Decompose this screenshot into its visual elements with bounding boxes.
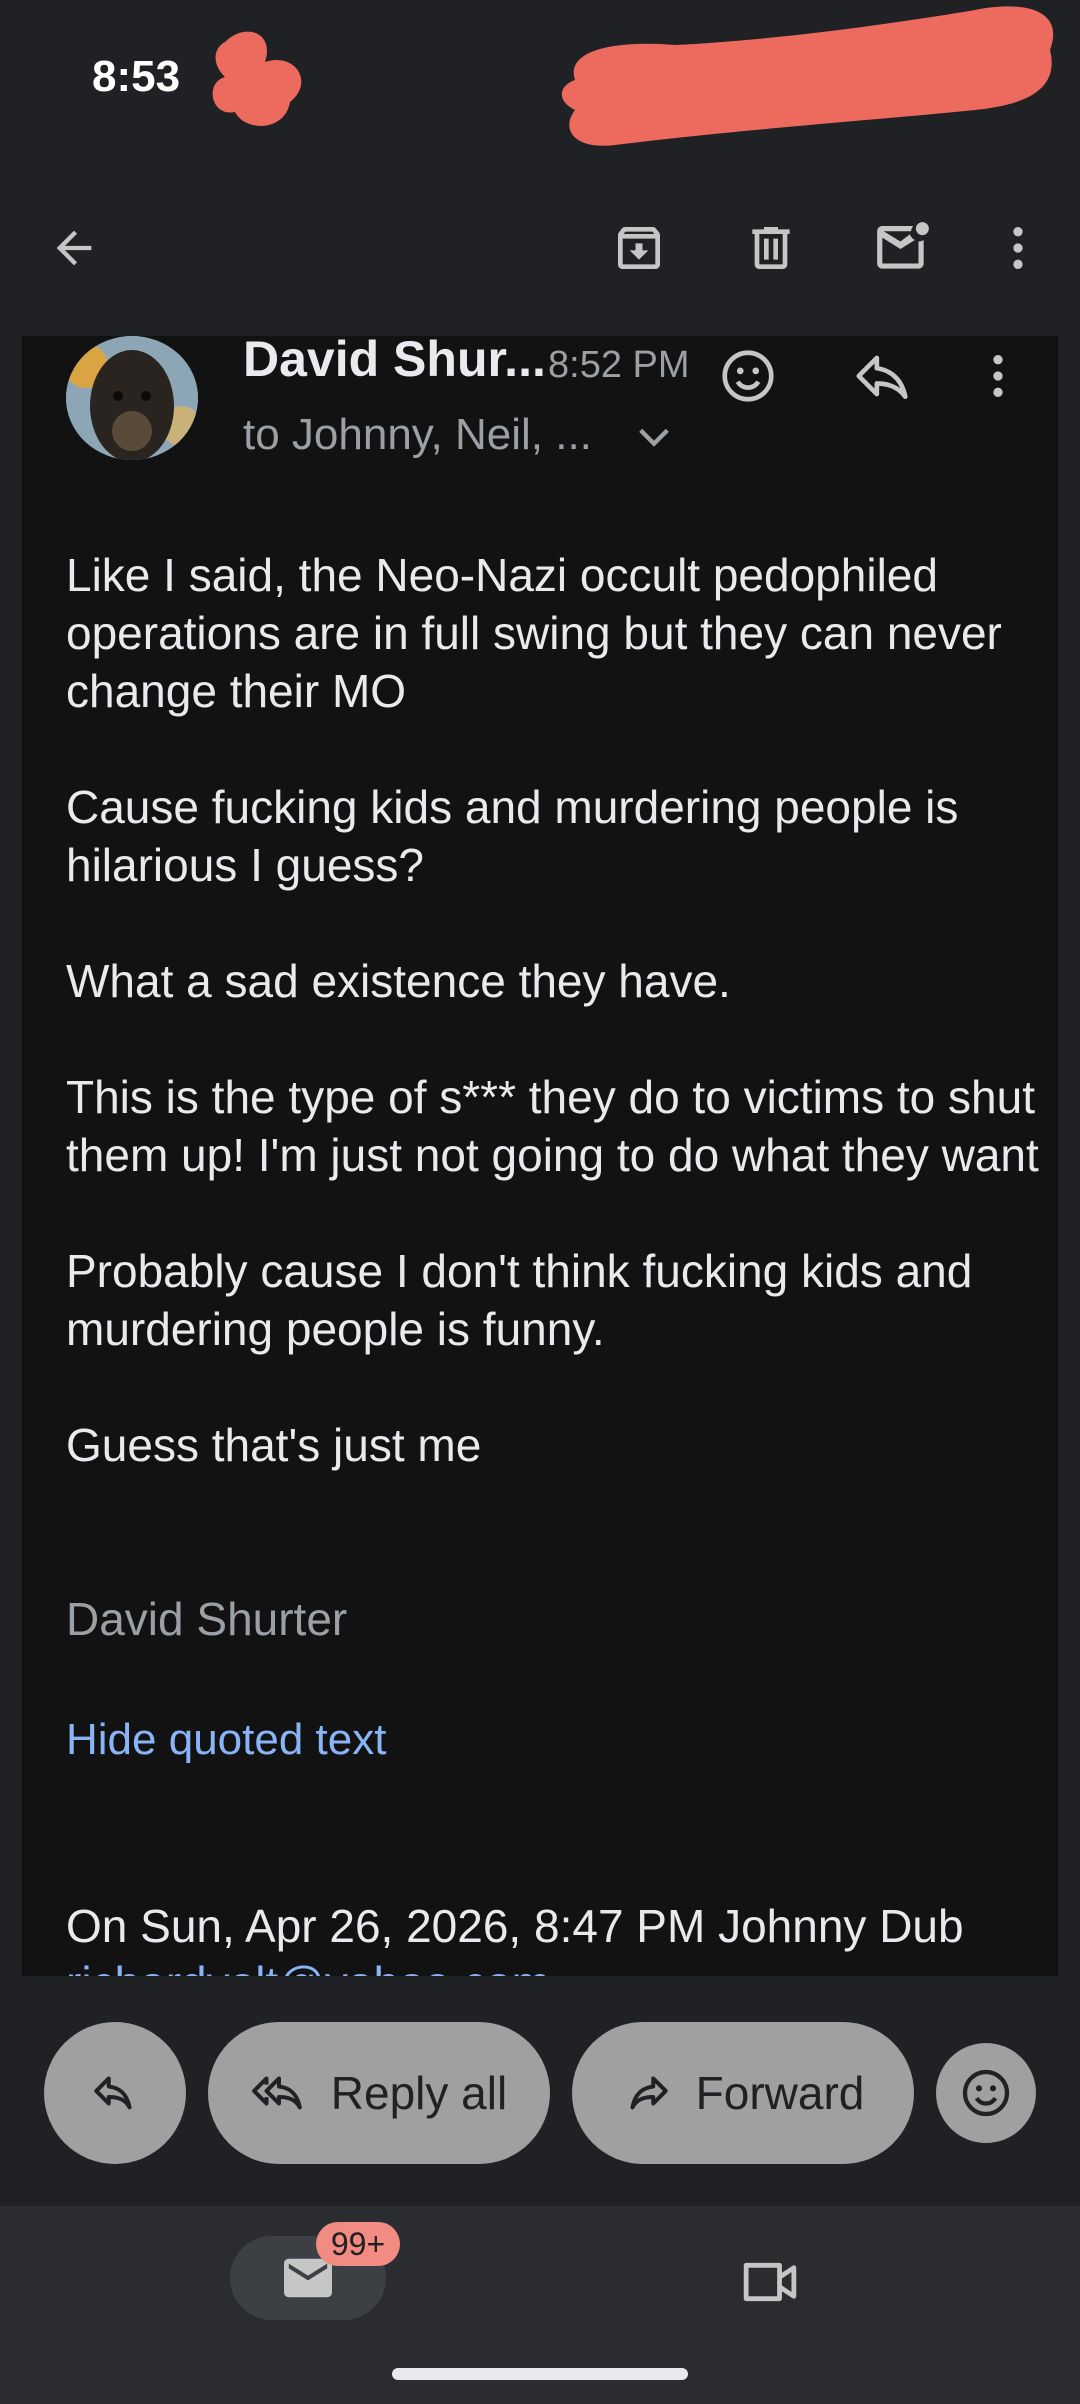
chevron-down-icon[interactable] xyxy=(634,422,674,452)
reply-all-icon xyxy=(251,2076,302,2110)
signature: David Shurter xyxy=(66,1593,348,1645)
forward-button[interactable]: Forward xyxy=(572,2022,914,2164)
reply-icon xyxy=(856,355,908,399)
action-bar: Reply all Forward xyxy=(0,1976,1080,2206)
archive-button[interactable] xyxy=(591,200,687,296)
back-arrow-icon xyxy=(56,230,92,266)
top-toolbar xyxy=(0,160,1080,336)
emoji-icon xyxy=(722,350,774,402)
more-vert-icon xyxy=(993,355,1003,397)
reply-button[interactable] xyxy=(840,336,924,418)
body-paragraph: Probably cause I don't think fucking kid… xyxy=(66,1245,973,1355)
archive-icon xyxy=(618,227,660,269)
mark-unread-button[interactable] xyxy=(855,200,951,296)
trash-icon xyxy=(752,227,790,269)
redaction-mark xyxy=(212,31,302,126)
sender-name[interactable]: David Shur... xyxy=(243,336,546,388)
body-paragraph: This is the type of s*** they do to vict… xyxy=(66,1071,1039,1181)
message-body: Like I said, the Neo-Nazi occult pedophi… xyxy=(66,546,1046,1532)
more-options-button[interactable] xyxy=(970,200,1066,296)
body-paragraph: Guess that's just me xyxy=(66,1419,482,1471)
body-paragraph: Cause fucking kids and murdering people … xyxy=(66,781,959,891)
hide-quoted-text-link[interactable]: Hide quoted text xyxy=(66,1715,386,1765)
message-card: David Shur... 8:52 PM to Johnny, Neil, .… xyxy=(22,336,1058,1976)
forward-icon xyxy=(630,2076,668,2110)
body-paragraph: Like I said, the Neo-Nazi occult pedophi… xyxy=(66,549,1002,717)
delete-button[interactable] xyxy=(723,200,819,296)
more-vert-icon xyxy=(1013,227,1023,269)
home-indicator[interactable] xyxy=(392,2368,688,2380)
reply-all-label: Reply all xyxy=(330,2067,508,2119)
nav-meet-tab[interactable] xyxy=(722,2246,818,2318)
back-button[interactable] xyxy=(26,200,122,296)
quoted-email-link[interactable]: richardvolt@yahoo.com xyxy=(66,1956,550,1976)
unread-badge: 99+ xyxy=(316,2222,400,2266)
message-time: 8:52 PM xyxy=(548,344,690,386)
status-bar: 8:53 xyxy=(0,0,1080,160)
message-more-button[interactable] xyxy=(956,336,1040,418)
avatar[interactable] xyxy=(66,336,198,460)
emoji-reaction-button[interactable] xyxy=(706,336,790,418)
quoted-header: On Sun, Apr 26, 2026, 8:47 PM Johnny Dub xyxy=(66,1900,964,1952)
forward-label: Forward xyxy=(695,2067,865,2119)
video-icon xyxy=(743,2262,797,2302)
reply-button[interactable] xyxy=(44,2022,186,2164)
redaction-mark xyxy=(561,6,1054,146)
react-button[interactable] xyxy=(936,2043,1036,2143)
body-paragraph: What a sad existence they have. xyxy=(66,955,731,1007)
avatar-photo xyxy=(66,336,198,460)
reply-icon xyxy=(94,2076,132,2110)
reply-all-button[interactable]: Reply all xyxy=(208,2022,550,2164)
status-time: 8:53 xyxy=(92,52,181,101)
mark-unread-icon xyxy=(877,222,929,269)
recipients[interactable]: to Johnny, Neil, ... xyxy=(243,410,592,460)
emoji-icon xyxy=(962,2069,1010,2117)
